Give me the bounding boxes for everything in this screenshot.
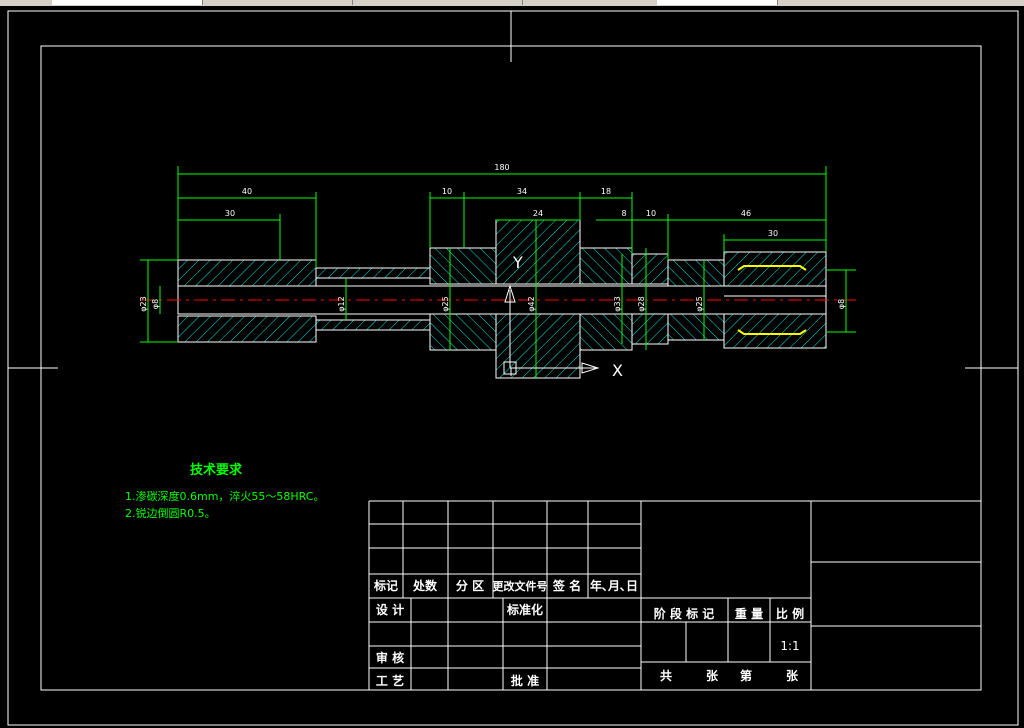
dim-phi25b: φ25 bbox=[695, 296, 704, 311]
tech-req-line2: 2.锐边倒圆R0.5。 bbox=[125, 506, 216, 520]
dim-overall: 180 bbox=[494, 163, 509, 172]
tb-biaozhunhua: 标准化 bbox=[506, 602, 543, 617]
tb-chushu: 处数 bbox=[412, 578, 438, 593]
tb-jieduan: 阶 段 标 记 bbox=[654, 606, 715, 621]
dim-phi23: φ23 bbox=[139, 296, 148, 311]
dim-18: 18 bbox=[601, 187, 611, 196]
tb-zhang2: 张 bbox=[786, 668, 799, 683]
toolbar-segment bbox=[202, 0, 353, 5]
tb-qianming: 签 名 bbox=[552, 578, 581, 593]
toolbar-segment bbox=[352, 0, 523, 5]
dim-phi25a: φ25 bbox=[441, 296, 450, 311]
tb-fenqu: 分 区 bbox=[456, 578, 484, 593]
dim-phi8b: φ8 bbox=[837, 299, 846, 309]
dim-phi28: φ28 bbox=[637, 296, 646, 311]
tb-nianyueri: 年､月､日 bbox=[590, 578, 638, 593]
dim-phi8a: φ8 bbox=[151, 299, 160, 309]
tb-gong: 共 bbox=[660, 668, 672, 683]
dim-40: 40 bbox=[242, 187, 252, 196]
tb-zhongliang: 重 量 bbox=[735, 606, 763, 621]
dim-30a: 30 bbox=[225, 209, 235, 218]
tb-pizhun: 批 准 bbox=[511, 673, 539, 688]
tb-biaoji: 标记 bbox=[373, 578, 398, 593]
cad-drawing-canvas[interactable]: 180 40 30 10 34 24 18 8 10 46 30 φ23 φ8 … bbox=[0, 6, 1024, 728]
title-block-grid bbox=[368, 500, 981, 690]
tb-scale: 1:1 bbox=[780, 639, 799, 653]
tb-bili: 比 例 bbox=[776, 606, 804, 621]
dim-10a: 10 bbox=[442, 187, 452, 196]
toolbar-segment bbox=[52, 0, 203, 5]
toolbar-segment bbox=[657, 0, 778, 5]
tb-sheji: 设 计 bbox=[376, 602, 404, 617]
dim-30b: 30 bbox=[768, 229, 778, 238]
ucs-y-label: Y bbox=[512, 253, 523, 272]
tb-di: 第 bbox=[740, 668, 752, 683]
dim-phi33: φ33 bbox=[613, 296, 622, 311]
toolbar-segment bbox=[522, 0, 658, 5]
dim-phi12: φ12 bbox=[337, 296, 346, 311]
tech-req-title: 技术要求 bbox=[190, 462, 243, 478]
toolbar-segment bbox=[0, 0, 53, 5]
tb-shenhe: 审 核 bbox=[376, 650, 404, 665]
ucs-x-label: X bbox=[612, 361, 623, 380]
dim-24: 24 bbox=[533, 209, 543, 218]
tb-zhang1: 张 bbox=[706, 668, 719, 683]
dim-phi42: φ42 bbox=[527, 296, 536, 311]
tb-genggai: 更改文件号 bbox=[493, 579, 548, 593]
dim-10b: 10 bbox=[646, 209, 656, 218]
shaft-section bbox=[177, 219, 827, 379]
tb-gongyi: 工 艺 bbox=[376, 673, 404, 688]
dim-46: 46 bbox=[741, 209, 751, 218]
dim-8: 8 bbox=[621, 209, 626, 218]
tech-req-line1: 1.渗碳深度0.6mm，淬火55～58HRC。 bbox=[125, 489, 324, 503]
dim-34: 34 bbox=[517, 187, 527, 196]
